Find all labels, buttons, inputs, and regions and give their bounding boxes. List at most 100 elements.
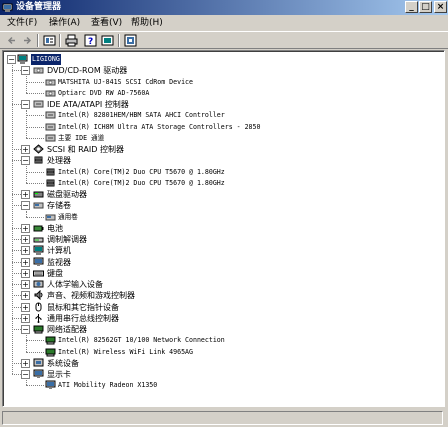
- cdrom-icon: [45, 79, 56, 86]
- tree-expander-scsi[interactable]: +: [21, 145, 30, 154]
- tree-connector: [12, 70, 21, 71]
- help-icon[interactable]: ?: [84, 34, 97, 47]
- tree-connector: [12, 374, 21, 375]
- tree-device-label: Intel(R) ICH8M Ultra ATA Storage Control…: [58, 123, 261, 131]
- tree-connector: [26, 172, 44, 173]
- tree-expander-processor[interactable]: −: [21, 156, 30, 165]
- menu-file[interactable]: 文件(F): [7, 17, 37, 29]
- properties-icon[interactable]: [43, 34, 56, 47]
- tree-connector: [12, 149, 21, 150]
- tree-category-label: 键盘: [47, 269, 63, 278]
- ide-controller-icon: [45, 123, 56, 131]
- tree-expander-modem[interactable]: +: [21, 235, 30, 244]
- tree-root-label: LIGIONG: [30, 53, 62, 66]
- tree-connector: [26, 76, 27, 93]
- ide-controller-icon: [45, 111, 56, 119]
- tree-connector: [26, 211, 27, 217]
- tree-connector: [26, 183, 44, 184]
- tree-category-label: 系统设备: [47, 359, 79, 368]
- minimize-button[interactable]: _: [405, 1, 418, 13]
- tree-category-battery[interactable]: [3, 223, 444, 234]
- tree-category-label: 磁盘驱动器: [47, 190, 87, 199]
- computer-icon: [17, 54, 28, 64]
- tree-expander-display[interactable]: −: [21, 370, 30, 379]
- tree-expander-disk[interactable]: +: [21, 190, 30, 199]
- refresh-icon[interactable]: [101, 34, 114, 47]
- system-icon: [33, 358, 44, 367]
- processor-icon: [46, 168, 55, 176]
- tree-category-label: 处理器: [47, 156, 71, 165]
- tree-category-keyboard[interactable]: [3, 268, 444, 279]
- tree-connector: [12, 363, 21, 364]
- device-tree[interactable]: − LIGIONG − DVD/CD-ROM 驱动器 MATSHITA UJ-841S …: [2, 50, 445, 407]
- ide-controller-icon: [45, 134, 56, 142]
- tree-connector: [26, 127, 44, 128]
- tree-expander-sound[interactable]: +: [21, 291, 30, 300]
- menu-view[interactable]: 查看(V): [91, 17, 122, 29]
- tree-category-label: 人体学输入设备: [47, 280, 103, 289]
- tree-expander-monitor[interactable]: +: [21, 258, 30, 267]
- tree-device-label: Intel(R) 82562GT 10/100 Network Connecti…: [58, 336, 225, 344]
- ide-controller-icon: [33, 100, 44, 108]
- toolbar-separator: [37, 34, 39, 47]
- scan-hardware-icon[interactable]: [124, 34, 137, 47]
- tree-expander-keyboard[interactable]: +: [21, 269, 30, 278]
- tree-expander-network[interactable]: −: [21, 325, 30, 334]
- tree-category-label: 网络适配器: [47, 325, 87, 334]
- tree-connector: [26, 166, 27, 183]
- tree-category-label: 计算机: [47, 246, 71, 255]
- tree-connector: [12, 250, 21, 251]
- tree-category-label: 调制解调器: [47, 235, 87, 244]
- window-title: 设备管理器: [16, 2, 62, 12]
- tree-connector: [12, 205, 21, 206]
- tree-expander-cdrom[interactable]: −: [21, 66, 30, 75]
- tree-category-label: 鼠标和其它指针设备: [47, 303, 119, 312]
- tree-connector: [12, 104, 21, 105]
- toolbar-separator: [118, 34, 120, 47]
- tree-connector: [12, 295, 21, 296]
- display-icon: [45, 380, 56, 389]
- close-button[interactable]: ×: [434, 1, 447, 13]
- tree-connector: [26, 138, 44, 139]
- tree-expander-storage-volume[interactable]: −: [21, 201, 30, 210]
- usb-icon: [35, 314, 42, 323]
- tree-connector: [12, 284, 21, 285]
- tree-expander-computer[interactable]: +: [21, 246, 30, 255]
- tree-expander-ide-controller[interactable]: −: [21, 100, 30, 109]
- tree-expander-battery[interactable]: +: [21, 224, 30, 233]
- title-bar[interactable]: 设备管理器 _ □ ×: [0, 0, 448, 15]
- storage-volume-icon: [33, 202, 44, 209]
- tree-expander-mouse[interactable]: +: [21, 303, 30, 312]
- hid-icon: [33, 280, 44, 288]
- tree-connector: [12, 65, 13, 374]
- menu-help[interactable]: 帮助(H): [131, 17, 163, 29]
- tree-connector: [12, 228, 21, 229]
- tree-category-label: 电池: [47, 224, 63, 233]
- back-icon[interactable]: [6, 34, 19, 47]
- tree-connector: [26, 217, 44, 218]
- sound-icon: [34, 290, 43, 300]
- tree-expander-usb[interactable]: +: [21, 314, 30, 323]
- status-pane: [2, 411, 443, 425]
- scsi-icon: [33, 144, 44, 154]
- tree-category-label: 通用串行总线控制器: [47, 314, 119, 323]
- cdrom-icon: [45, 90, 56, 97]
- tree-device-label: 通用卷: [58, 213, 78, 221]
- tree-root-expander[interactable]: −: [7, 55, 16, 64]
- tree-connector: [26, 385, 44, 386]
- tree-connector: [12, 318, 21, 319]
- network-icon: [45, 336, 56, 345]
- tree-expander-hid[interactable]: +: [21, 280, 30, 289]
- menu-action[interactable]: 操作(A): [49, 17, 80, 29]
- tree-root-node[interactable]: [3, 54, 444, 65]
- network-icon: [45, 348, 56, 357]
- tree-connector: [26, 82, 44, 83]
- tree-connector: [26, 93, 44, 94]
- print-icon[interactable]: [65, 34, 78, 47]
- forward-icon[interactable]: [21, 34, 34, 47]
- maximize-button[interactable]: □: [419, 1, 432, 13]
- tree-device-label: 主要 IDE 通道: [58, 134, 105, 142]
- keyboard-icon: [33, 270, 44, 277]
- tree-connector: [26, 352, 44, 353]
- tree-expander-system[interactable]: +: [21, 359, 30, 368]
